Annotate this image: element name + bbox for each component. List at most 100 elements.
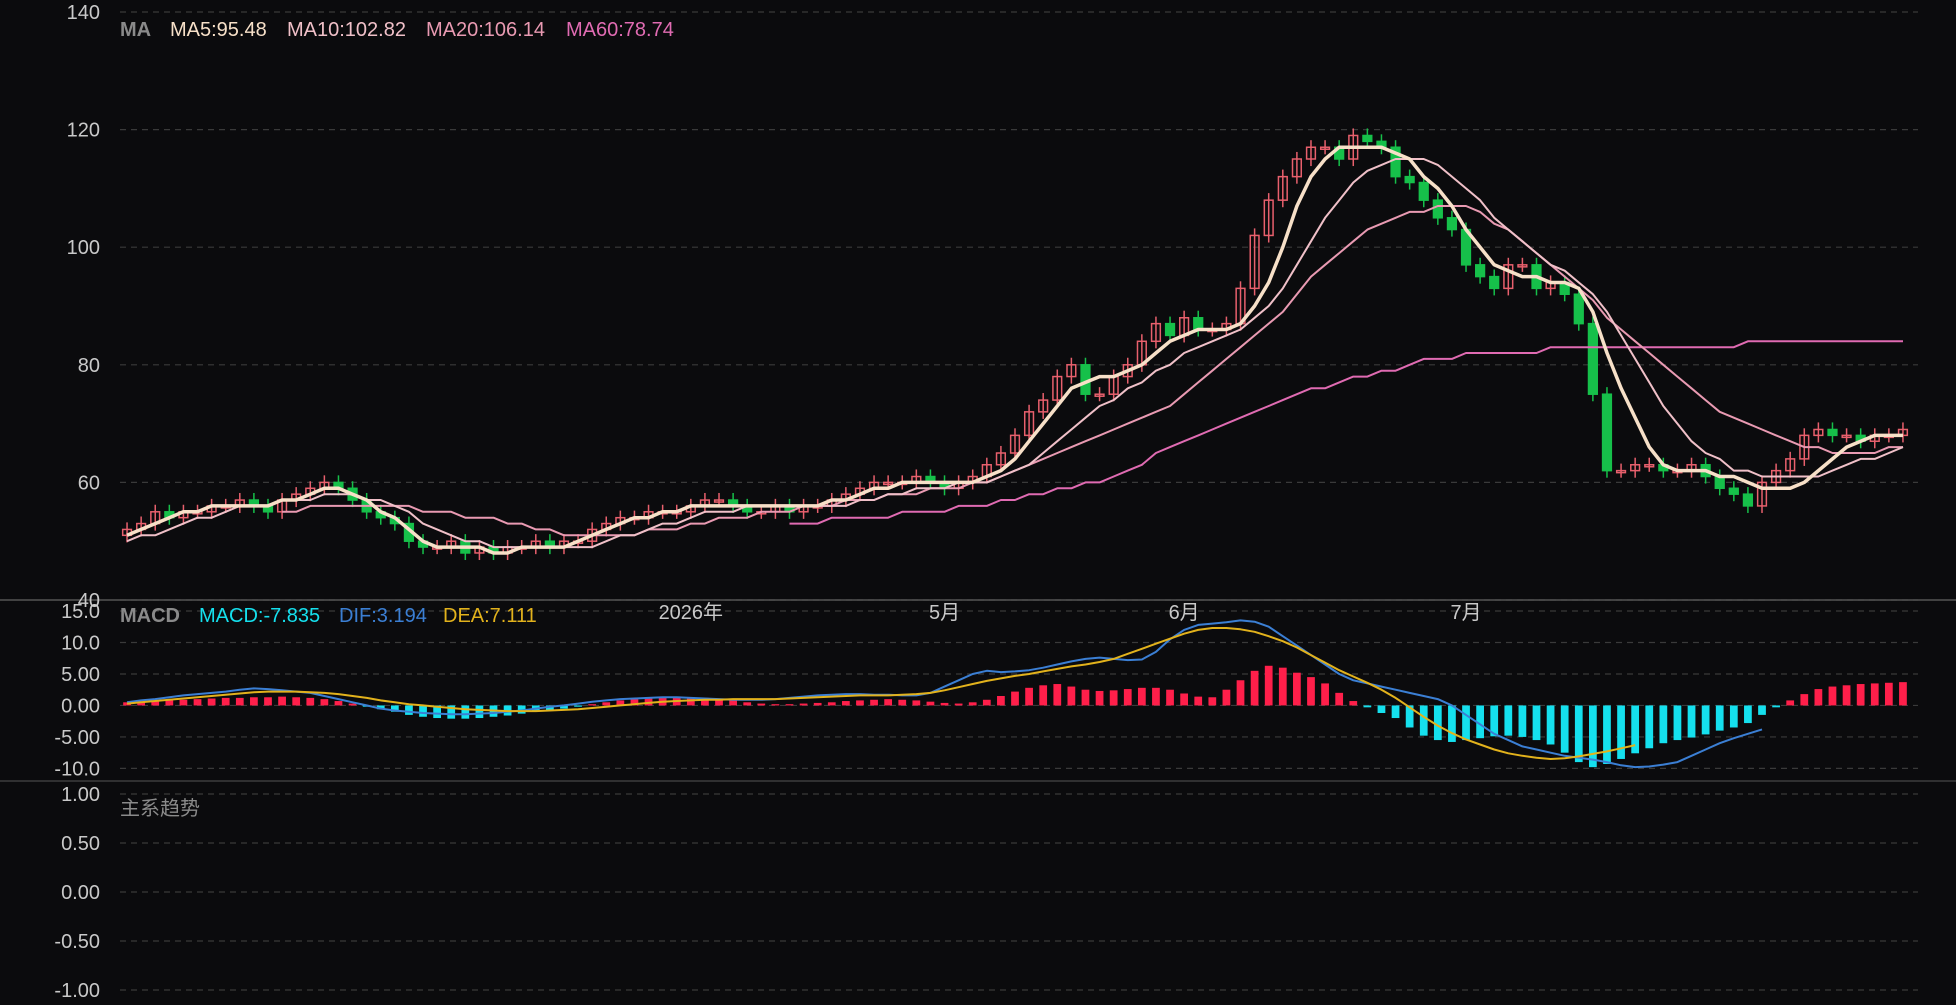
macd-bar bbox=[997, 696, 1005, 706]
stock-chart[interactable]: 14012010080604015.010.05.000.00-5.00-10.… bbox=[0, 0, 1956, 1002]
macd-y-tick-label: -10.0 bbox=[54, 758, 100, 780]
macd-bar bbox=[743, 702, 752, 706]
macd-bar bbox=[968, 702, 977, 706]
macd-bar bbox=[1588, 705, 1597, 768]
macd-bar bbox=[1701, 705, 1710, 735]
macd-y-tick-label: -5.00 bbox=[54, 727, 100, 749]
macd-bar bbox=[419, 705, 427, 717]
macd-bar bbox=[1377, 705, 1386, 713]
macd-bar bbox=[1744, 705, 1752, 724]
macd-bar bbox=[1546, 705, 1555, 745]
macd-bar bbox=[405, 705, 413, 715]
candle-body bbox=[1446, 217, 1458, 231]
macd-bar bbox=[1335, 692, 1344, 706]
candle-body bbox=[1404, 175, 1415, 184]
macd-bar bbox=[1081, 689, 1090, 706]
macd-bar bbox=[1518, 705, 1527, 737]
candle[interactable] bbox=[1390, 140, 1401, 184]
legend-ma5: MA5:95.48 bbox=[170, 19, 267, 41]
legend-ma10: MA10:102.82 bbox=[287, 19, 406, 41]
candle-body bbox=[1573, 293, 1584, 325]
macd-bar bbox=[1053, 684, 1062, 706]
macd-bar bbox=[1152, 687, 1160, 706]
macd-bar bbox=[1278, 667, 1287, 706]
price-y-tick-label: 100 bbox=[67, 237, 100, 259]
macd-bar bbox=[1758, 705, 1766, 715]
macd-bar bbox=[912, 700, 921, 706]
macd-bar bbox=[827, 702, 836, 706]
macd-bar bbox=[813, 702, 822, 706]
candle-body bbox=[1164, 322, 1176, 337]
macd-bar bbox=[1617, 705, 1625, 759]
macd-bar bbox=[221, 697, 230, 706]
price-y-tick-label: 60 bbox=[78, 472, 100, 494]
macd-bar bbox=[278, 696, 286, 706]
candle-body bbox=[1827, 428, 1838, 437]
macd-bar bbox=[1166, 689, 1174, 706]
price-y-tick-label: 140 bbox=[67, 2, 100, 24]
macd-bar bbox=[250, 697, 258, 706]
macd-bar bbox=[1715, 705, 1724, 731]
candle-body bbox=[1601, 393, 1613, 472]
macd-bar bbox=[1687, 705, 1696, 738]
macd-bar bbox=[1293, 672, 1301, 706]
legend-trend-title: 主系趋势 bbox=[120, 797, 200, 820]
legend-ma20: MA20:106.14 bbox=[426, 19, 545, 41]
macd-bar bbox=[207, 698, 216, 706]
trend-y-tick-label: -0.50 bbox=[54, 931, 100, 953]
macd-bar bbox=[940, 702, 949, 706]
macd-bar bbox=[1349, 701, 1358, 706]
macd-y-tick-label: 10.0 bbox=[61, 632, 100, 654]
macd-bar bbox=[1137, 687, 1146, 706]
macd-bar bbox=[898, 699, 907, 706]
macd-bar bbox=[1109, 690, 1118, 706]
macd-y-tick-label: 0.00 bbox=[61, 695, 100, 717]
macd-bar bbox=[1673, 705, 1682, 741]
macd-bar bbox=[475, 705, 484, 719]
macd-bar bbox=[884, 699, 893, 706]
macd-bar bbox=[870, 699, 878, 706]
macd-bar bbox=[856, 700, 864, 706]
macd-bar bbox=[1560, 705, 1569, 753]
macd-bar bbox=[1264, 665, 1273, 706]
kline-chart-app: 140 120 100 80 60 40 15.0 10.0 5.00 0.00 -5.00 -10.… bbox=[0, 0, 1956, 1002]
macd-bar bbox=[1123, 689, 1132, 706]
macd-bar bbox=[193, 699, 202, 706]
macd-bar bbox=[1603, 705, 1611, 764]
macd-bar bbox=[1180, 693, 1189, 706]
legend-macd-title: MACD bbox=[120, 605, 180, 627]
macd-bar bbox=[235, 697, 244, 706]
macd-bar bbox=[926, 701, 935, 706]
macd-bar bbox=[1828, 686, 1837, 706]
legend-dif: DIF:3.194 bbox=[339, 605, 427, 627]
macd-bar bbox=[1391, 705, 1400, 719]
x-tick-label: 5月 bbox=[929, 602, 960, 624]
macd-bar bbox=[757, 703, 766, 706]
legend-main-title: MA bbox=[120, 19, 151, 41]
price-y-tick-label: 80 bbox=[78, 355, 100, 377]
macd-bar bbox=[1236, 680, 1245, 706]
macd-bar bbox=[461, 705, 470, 719]
trend-y-tick-label: 0.50 bbox=[61, 833, 100, 855]
legend-ma60: MA60:78.74 bbox=[566, 19, 674, 41]
x-tick-label: 7月 bbox=[1450, 602, 1481, 624]
macd-y-tick-label: 5.00 bbox=[61, 664, 100, 686]
candle-body bbox=[1362, 134, 1373, 143]
macd-bar bbox=[320, 699, 329, 706]
macd-bar bbox=[1250, 670, 1259, 706]
macd-bar bbox=[1222, 689, 1231, 706]
macd-bar bbox=[1659, 705, 1668, 744]
trend-y-tick-label: 0.00 bbox=[61, 882, 100, 904]
macd-bar bbox=[574, 705, 582, 707]
macd-bar bbox=[179, 699, 188, 706]
candle[interactable] bbox=[1587, 316, 1598, 402]
candle[interactable] bbox=[1601, 387, 1613, 478]
macd-bar bbox=[292, 697, 301, 706]
candle-body bbox=[1432, 199, 1443, 219]
candle-body bbox=[1742, 493, 1754, 507]
macd-bar bbox=[1419, 705, 1428, 736]
macd-bar bbox=[1448, 705, 1456, 742]
legend-dea: DEA:7.111 bbox=[443, 605, 537, 627]
macd-bar bbox=[1194, 696, 1203, 706]
macd-bar bbox=[1814, 689, 1823, 706]
